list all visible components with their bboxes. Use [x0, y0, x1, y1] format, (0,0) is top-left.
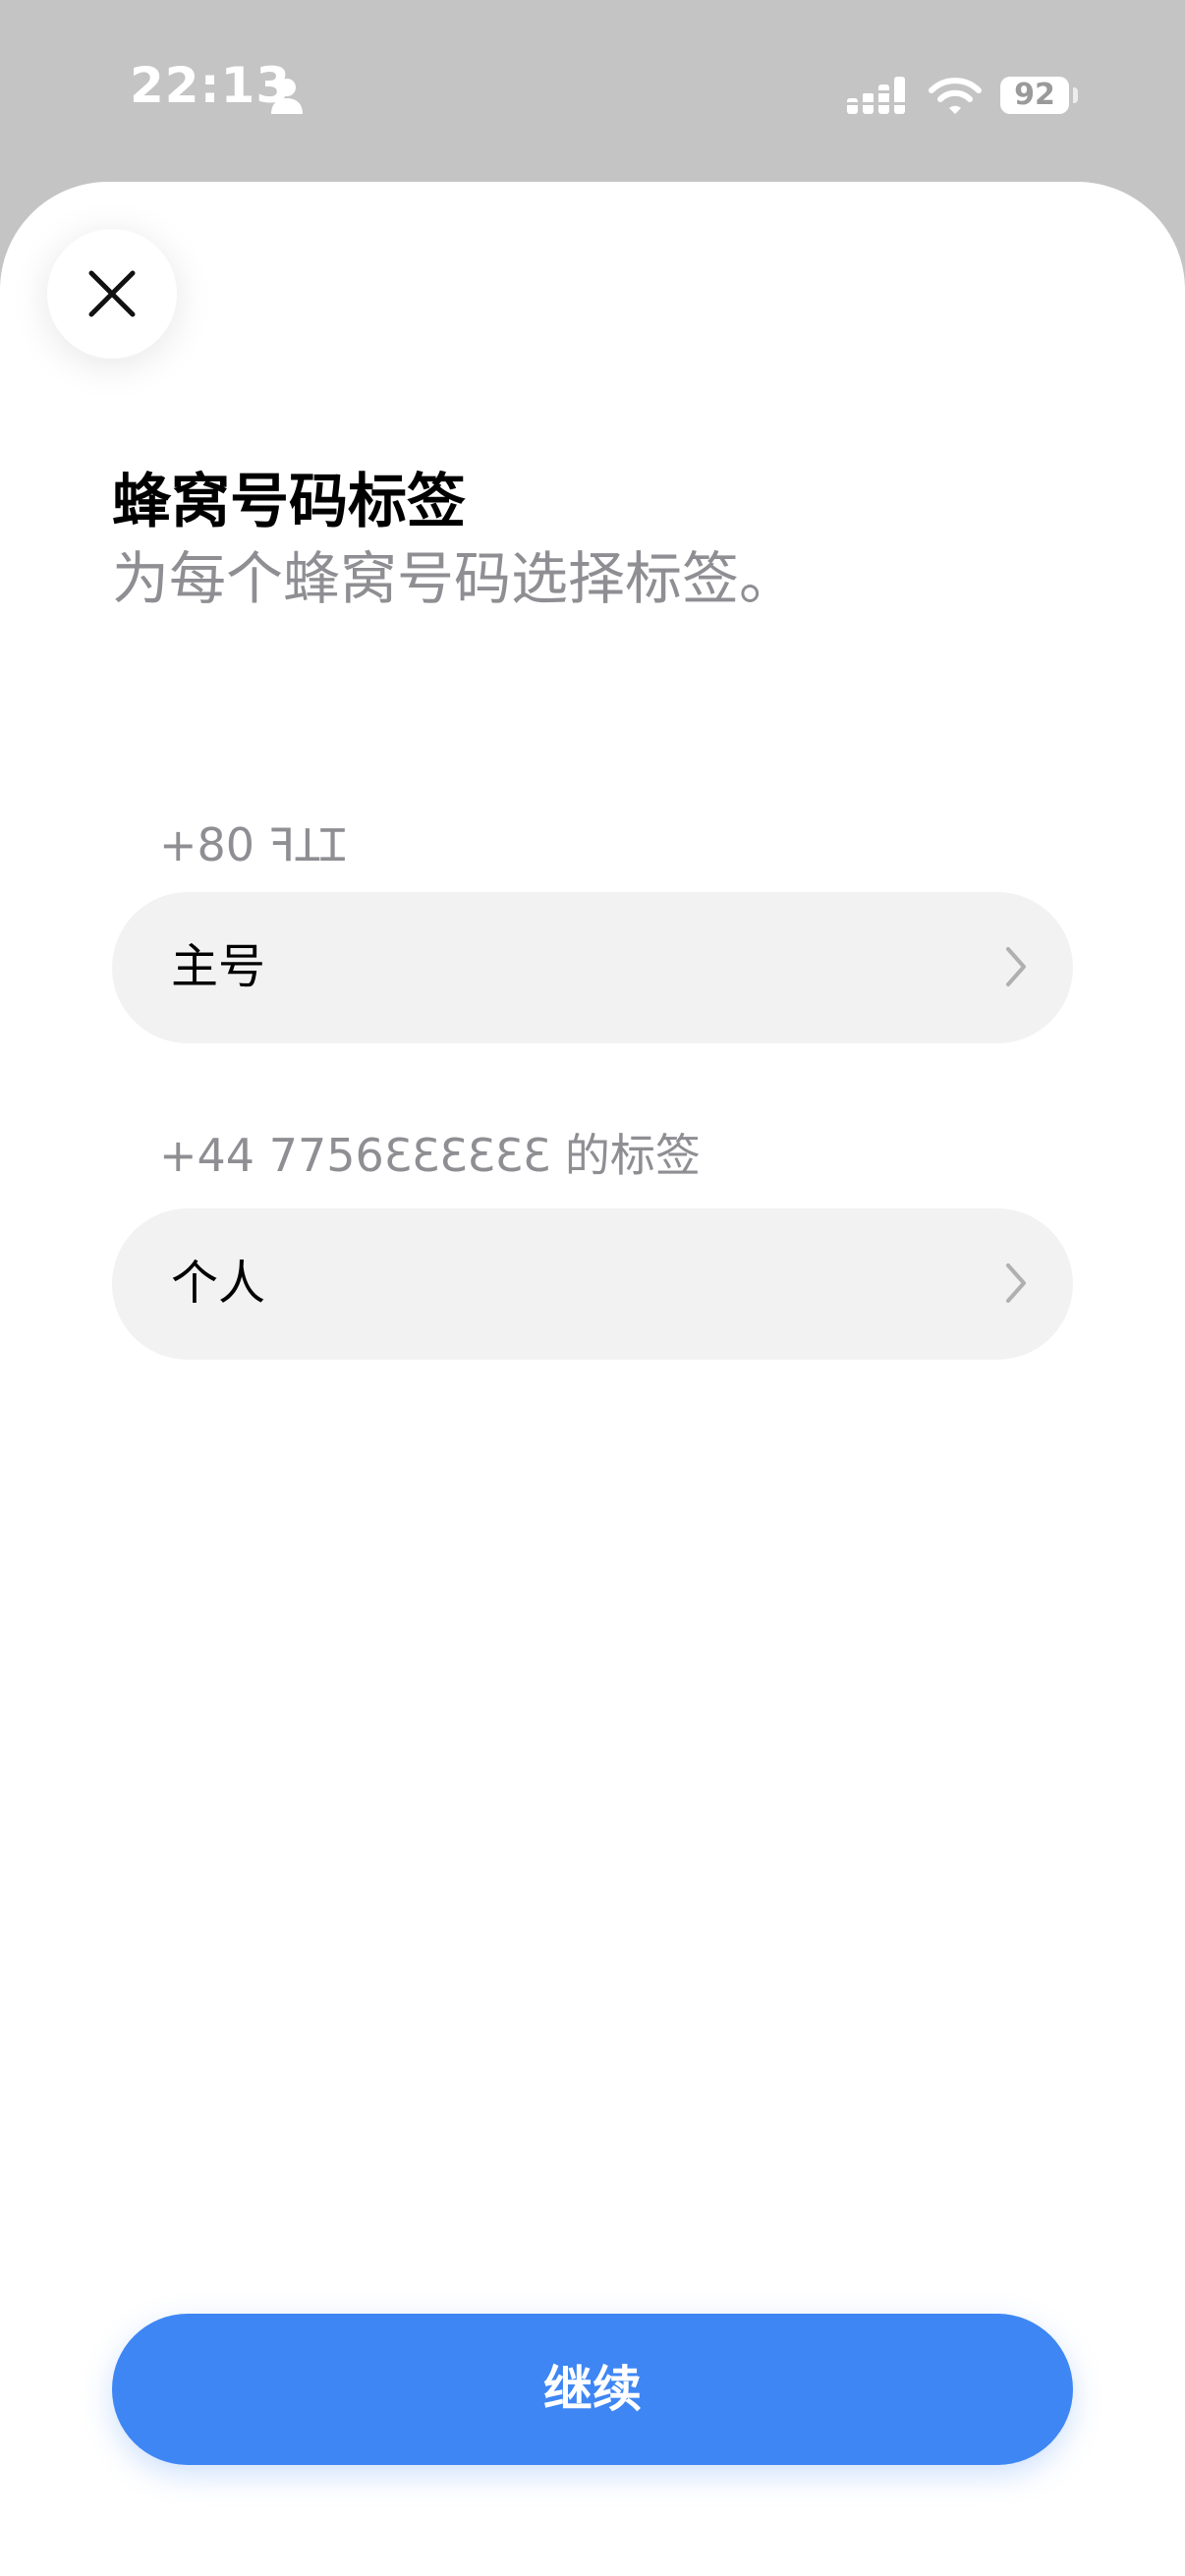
cellular-labels-sheet: 蜂窝号码标签 为每个蜂窝号码选择标签。 +80 ꟻꞱꞮ 主号 +44 7756Ɛ…: [0, 182, 1185, 2576]
page-subtitle: 为每个蜂窝号码选择标签。: [112, 545, 797, 612]
close-icon: [88, 270, 136, 317]
status-bar: 22:13 92: [0, 0, 1185, 187]
chevron-right-icon: [1006, 947, 1026, 986]
line-1-number-label: +80 ꟻꞱꞮ: [159, 818, 346, 871]
continue-button[interactable]: 继续: [112, 2314, 1073, 2465]
page-title: 蜂窝号码标签: [112, 468, 466, 536]
continue-button-label: 继续: [543, 2361, 642, 2418]
battery-level: 92: [1014, 78, 1055, 112]
battery-cap: [1073, 87, 1078, 103]
status-time: 22:13: [130, 57, 292, 114]
person-icon: [269, 77, 305, 116]
line-2-label-value: 个人: [171, 1256, 266, 1311]
line-2-label-selector[interactable]: 个人: [112, 1208, 1073, 1360]
line-1-label-value: 主号: [171, 939, 266, 994]
wifi-icon: [928, 75, 983, 118]
line-2-number-label: +44 7756ƐƐƐƐƐƐ 的标签: [159, 1129, 701, 1182]
line-1-label-selector[interactable]: 主号: [112, 892, 1073, 1043]
close-button[interactable]: [47, 229, 177, 359]
battery-icon: 92: [1000, 77, 1069, 114]
cellular-signal-icon: [847, 75, 908, 118]
chevron-right-icon: [1006, 1263, 1026, 1303]
